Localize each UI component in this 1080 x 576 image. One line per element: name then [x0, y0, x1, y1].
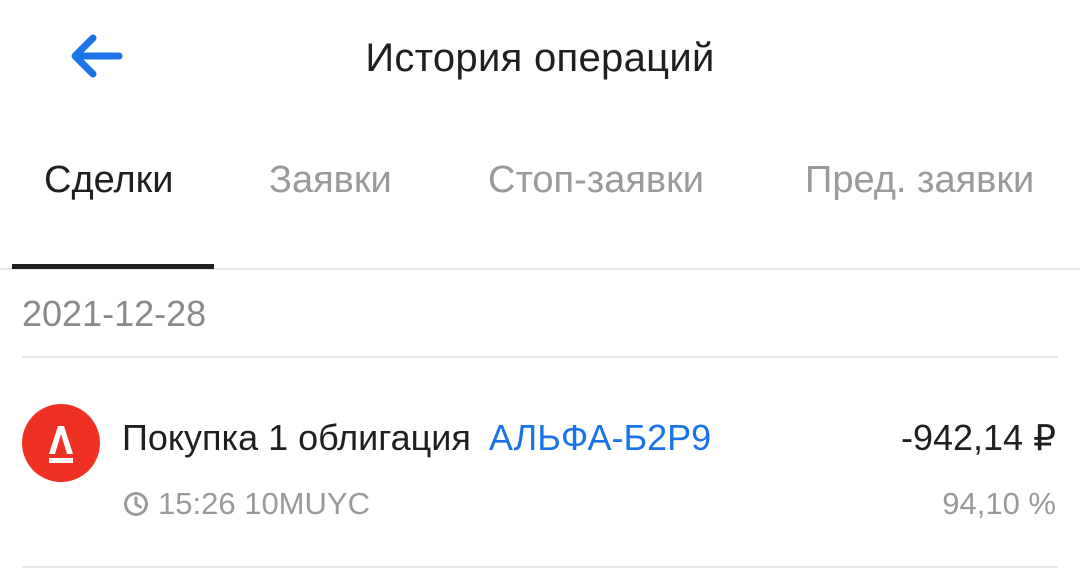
clock-icon — [122, 490, 150, 518]
tab-deals[interactable]: Сделки — [44, 156, 174, 204]
row-divider — [22, 566, 1058, 568]
operation-title: Покупка 1 облигация АЛЬФА-Б2Р9 — [122, 416, 711, 460]
operation-meta: 15:26 10MUYC — [122, 484, 370, 524]
page-title: История операций — [365, 36, 715, 80]
operations-history-screen: История операций Сделки Заявки Стоп-заяв… — [0, 0, 1080, 576]
ticker-link[interactable]: АЛЬФА-Б2Р9 — [489, 417, 711, 458]
tab-pre-orders[interactable]: Пред. заявки — [805, 156, 1034, 204]
date-divider — [22, 356, 1058, 358]
tab-stop-orders[interactable]: Стоп-заявки — [488, 156, 704, 204]
alfa-bank-logo-icon — [22, 404, 100, 482]
operation-time: 15:26 — [158, 486, 236, 521]
tab-bar: Сделки Заявки Стоп-заявки Пред. заявки — [0, 140, 1080, 270]
active-tab-indicator — [12, 264, 214, 269]
operation-row[interactable]: Покупка 1 облигация АЛЬФА-Б2Р9 -942,14 ₽ … — [0, 360, 1080, 566]
tab-orders[interactable]: Заявки — [269, 156, 392, 204]
operation-percent: 94,10 % — [942, 486, 1056, 521]
account-code: 10MUYC — [244, 486, 370, 521]
operation-amount: -942,14 ₽ — [900, 417, 1056, 458]
operation-description: Покупка 1 облигация — [122, 417, 471, 458]
app-header: История операций — [0, 0, 1080, 120]
date-header: 2021-12-28 — [22, 293, 207, 334]
